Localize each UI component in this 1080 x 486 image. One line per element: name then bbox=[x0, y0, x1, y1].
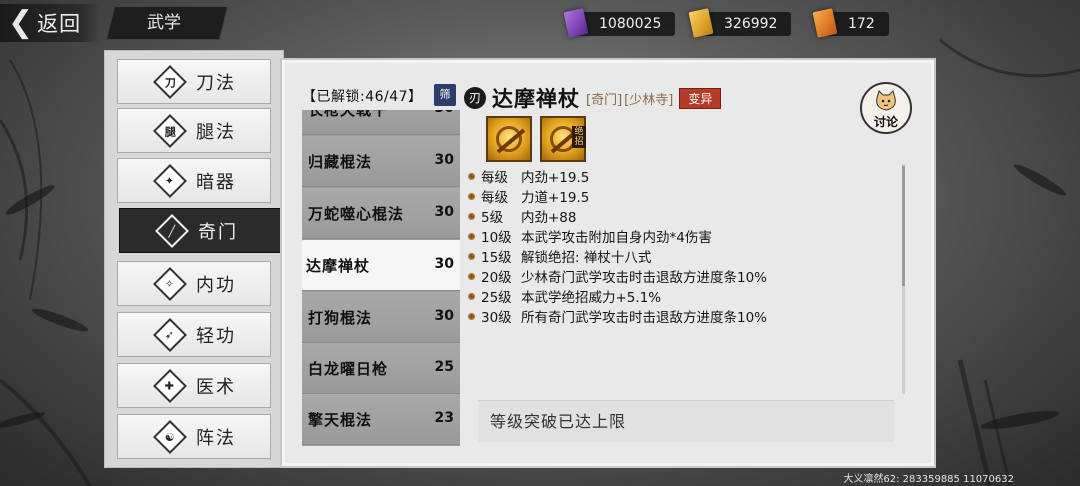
discuss-label: 讨论 bbox=[873, 115, 898, 129]
kick-icon: 腿 bbox=[153, 113, 187, 148]
medicine-icon: ✚ bbox=[153, 368, 187, 403]
bullet-icon bbox=[468, 232, 475, 240]
detail-scrollbar[interactable] bbox=[902, 164, 905, 394]
category-label: 腿法 bbox=[196, 121, 236, 143]
skill-title: 达摩禅杖 bbox=[492, 87, 580, 111]
skill-name: 归藏棍法 bbox=[308, 153, 373, 171]
skill-level: 25 bbox=[434, 359, 454, 375]
skill-art-icons: 绝招 bbox=[486, 116, 586, 162]
ultimate-tag: 绝招 bbox=[572, 126, 586, 148]
skill-sect-tag: [少林寺] bbox=[624, 92, 674, 108]
inner-power-icon: ✧ bbox=[153, 266, 187, 301]
bonus-row: 每级 内劲+19.5 bbox=[468, 166, 898, 186]
bonus-list: 每级 内劲+19.5 每级 力道+19.5 5级 内劲+88 10级 本武学攻击附加自身… bbox=[468, 166, 898, 326]
staff-ultimate-icon[interactable]: 绝招 bbox=[540, 116, 586, 162]
category-inner-power[interactable]: ✧ 内功 bbox=[117, 261, 271, 306]
gold-book-icon bbox=[688, 8, 714, 38]
skill-row[interactable]: 长枪天戟干 30 bbox=[302, 110, 460, 135]
category-label: 阵法 bbox=[196, 427, 236, 449]
skill-list[interactable]: 长枪天戟干 30 归藏棍法 30 万蛇噬心棍法 30 达摩禅杖 30 打狗棍法 … bbox=[302, 110, 460, 446]
lightness-icon: ➶ bbox=[153, 317, 187, 352]
skill-level: 30 bbox=[434, 256, 454, 272]
skill-row-selected[interactable]: 达摩禅杖 30 bbox=[302, 240, 460, 291]
weapon-style-icon: 刃 bbox=[464, 87, 486, 109]
skill-level: 30 bbox=[434, 204, 454, 220]
skill-name: 长枪天戟干 bbox=[308, 110, 389, 119]
back-button[interactable]: ❮ 返回 bbox=[0, 4, 100, 42]
mutation-badge[interactable]: 变异 bbox=[679, 87, 722, 109]
skill-level: 30 bbox=[435, 110, 454, 116]
cat-mascot-icon bbox=[876, 90, 896, 111]
formation-icon: ☯ bbox=[153, 419, 187, 454]
player-id-footer: 大义凛然62: 283359885 11070632 bbox=[843, 474, 1014, 485]
purple-book-icon bbox=[563, 8, 589, 38]
staff-skill-icon[interactable] bbox=[486, 116, 532, 162]
bonus-row: 10级 本武学攻击附加自身内劲*4伤害 bbox=[468, 226, 898, 246]
back-label: 返回 bbox=[37, 12, 82, 36]
category-label: 奇门 bbox=[198, 221, 238, 243]
bullet-icon bbox=[468, 212, 475, 220]
category-lightness[interactable]: ➶ 轻功 bbox=[117, 312, 271, 357]
bullet-icon bbox=[468, 192, 475, 200]
skill-name: 白龙曜日枪 bbox=[308, 360, 389, 378]
category-label: 内功 bbox=[196, 274, 236, 296]
category-exotic[interactable]: ╱ 奇门 bbox=[119, 208, 283, 253]
top-bar: ❮ 返回 武学 1080025 326992 172 bbox=[0, 0, 1080, 46]
shuriken-icon: ✦ bbox=[153, 163, 187, 198]
chevron-left-icon: ❮ bbox=[8, 5, 34, 40]
category-panel: 刀 刀法 腿 腿法 ✦ 暗器 ╱ 奇门 ✧ 内功 ➶ 轻功 ✚ 医术 ☯ 阵法 bbox=[104, 50, 284, 468]
currency-orange[interactable]: 172 bbox=[812, 8, 889, 38]
skill-level: 30 bbox=[434, 152, 454, 168]
discuss-button[interactable]: 讨论 bbox=[860, 82, 912, 134]
bonus-row: 25级 本武学绝招威力+5.1% bbox=[468, 286, 898, 306]
bonus-row: 5级 内劲+88 bbox=[468, 206, 898, 226]
category-kick[interactable]: 腿 腿法 bbox=[117, 108, 271, 153]
skill-level: 23 bbox=[434, 410, 454, 426]
skill-detail-header: 刃 达摩禅杖 [奇门] [少林寺] 变异 bbox=[464, 84, 722, 112]
skill-row[interactable]: 万蛇噬心棍法 30 bbox=[302, 188, 460, 239]
bonus-row: 20级 少林奇门武学攻击时击退敌方进度条10% bbox=[468, 266, 898, 286]
orange-book-icon bbox=[812, 8, 838, 38]
category-label: 暗器 bbox=[196, 171, 236, 193]
section-title: 武学 bbox=[147, 13, 181, 33]
category-hidden-weapon[interactable]: ✦ 暗器 bbox=[117, 158, 271, 203]
exotic-weapon-icon: ╱ bbox=[155, 213, 189, 248]
skill-row[interactable]: 白龙曜日枪 25 bbox=[302, 343, 460, 394]
bullet-icon bbox=[468, 272, 475, 280]
currency-gold[interactable]: 326992 bbox=[688, 8, 792, 38]
bonus-row: 15级 解锁绝招: 禅杖十八式 bbox=[468, 246, 898, 266]
bonus-row: 30级 所有奇门武学攻击时击退敌方进度条10% bbox=[468, 306, 898, 326]
skill-name: 打狗棍法 bbox=[308, 309, 373, 327]
category-formation[interactable]: ☯ 阵法 bbox=[117, 414, 271, 459]
skill-level: 30 bbox=[434, 308, 454, 324]
category-label: 轻功 bbox=[196, 325, 236, 347]
category-medicine[interactable]: ✚ 医术 bbox=[117, 363, 271, 408]
section-title-tab: 武学 bbox=[105, 6, 229, 40]
breakthrough-status: 等级突破已达上限 bbox=[478, 400, 894, 442]
skill-name: 擎天棍法 bbox=[308, 411, 373, 429]
category-label: 医术 bbox=[196, 376, 236, 398]
bullet-icon bbox=[468, 172, 475, 180]
skill-main-panel: 【已解锁:46/47】 长枪天戟干 30 归藏棍法 30 万蛇噬心棍法 30 达… bbox=[280, 58, 936, 468]
bonus-row: 每级 力道+19.5 bbox=[468, 186, 898, 206]
category-label: 刀法 bbox=[196, 72, 236, 94]
bullet-icon bbox=[468, 252, 475, 260]
skill-name: 万蛇噬心棍法 bbox=[308, 205, 405, 223]
bullet-icon bbox=[468, 292, 475, 300]
currency-purple[interactable]: 1080025 bbox=[563, 8, 676, 38]
filter-button[interactable]: 筛 bbox=[434, 84, 456, 106]
skill-row[interactable]: 归藏棍法 30 bbox=[302, 136, 460, 187]
skill-type-tag: [奇门] bbox=[586, 92, 623, 108]
bullet-icon bbox=[468, 312, 475, 320]
skill-name: 达摩禅杖 bbox=[306, 257, 371, 275]
skill-row[interactable]: 打狗棍法 30 bbox=[302, 292, 460, 343]
category-blade[interactable]: 刀 刀法 bbox=[117, 59, 271, 104]
skill-row[interactable]: 擎天棍法 23 bbox=[302, 394, 460, 445]
blade-icon: 刀 bbox=[153, 64, 187, 99]
